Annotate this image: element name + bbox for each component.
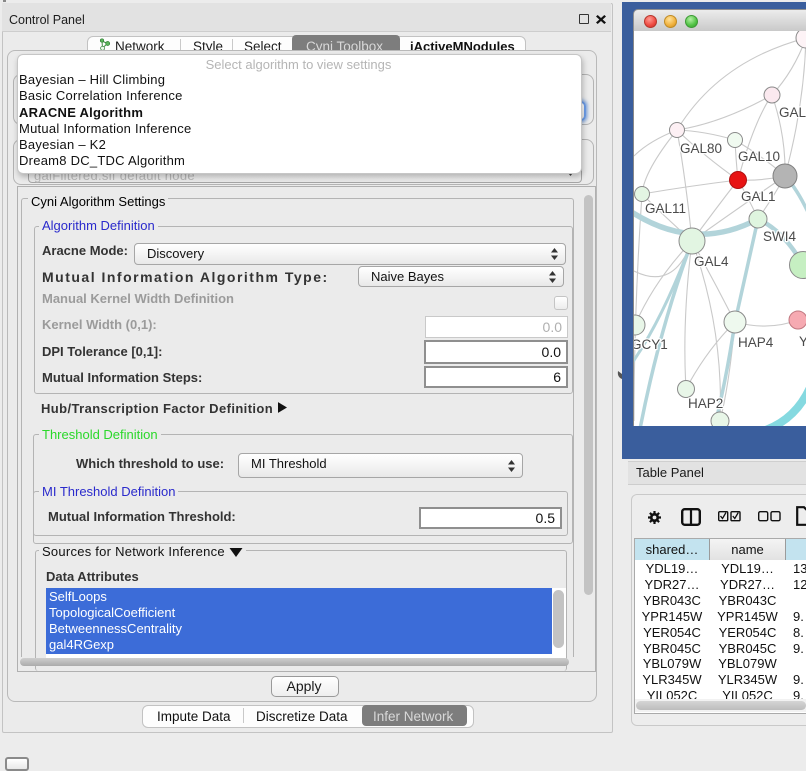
svg-text:SWI4: SWI4 xyxy=(763,229,796,244)
svg-text:HAP2: HAP2 xyxy=(688,396,723,411)
svg-text:GAL4: GAL4 xyxy=(694,254,729,269)
svg-text:HAP4: HAP4 xyxy=(738,335,774,350)
svg-text:GAL80: GAL80 xyxy=(680,141,722,156)
svg-text:GCY1: GCY1 xyxy=(634,337,668,352)
svg-text:Y: Y xyxy=(799,334,806,349)
svg-text:GAL11: GAL11 xyxy=(645,201,686,216)
svg-text:GAL10: GAL10 xyxy=(738,149,780,164)
svg-text:GAL1: GAL1 xyxy=(741,189,776,204)
svg-text:GAL: GAL xyxy=(779,105,806,120)
